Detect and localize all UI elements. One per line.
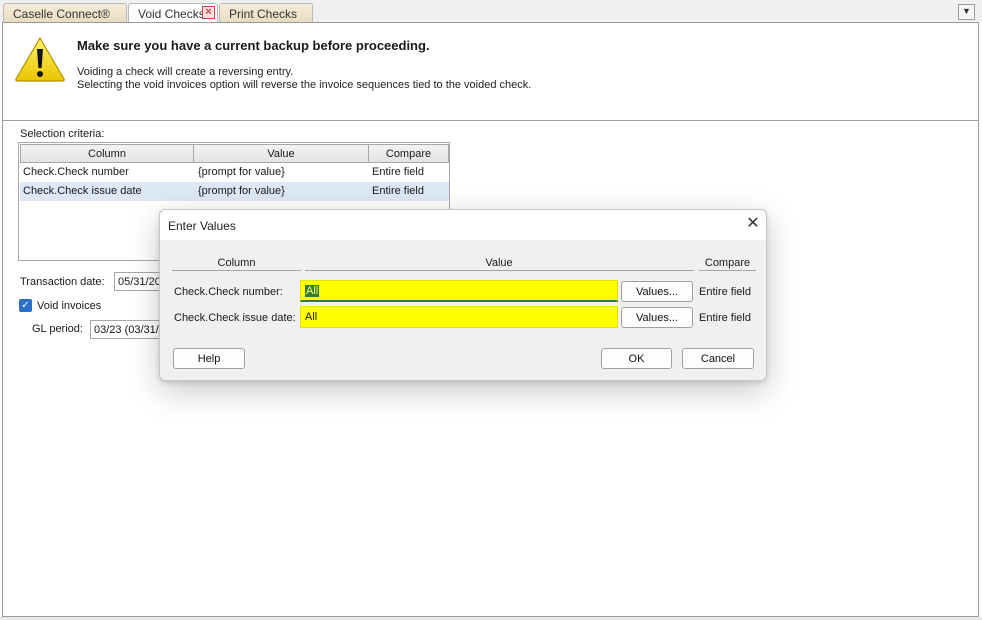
grid-cell-value: {prompt for value} bbox=[198, 185, 285, 197]
check-issue-date-compare: Entire field bbox=[699, 312, 751, 324]
selected-text: All bbox=[305, 285, 320, 297]
ok-button[interactable]: OK bbox=[601, 348, 672, 369]
header-underline bbox=[172, 270, 301, 271]
header-underline bbox=[305, 270, 694, 271]
grid-cell-compare: Entire field bbox=[372, 166, 424, 178]
cancel-button[interactable]: Cancel bbox=[682, 348, 754, 369]
transaction-date-label: Transaction date: bbox=[20, 276, 105, 288]
grid-header-column[interactable]: Column bbox=[20, 144, 194, 163]
grid-cell-compare: Entire field bbox=[372, 185, 424, 197]
check-number-values-button[interactable]: Values... bbox=[621, 281, 693, 302]
grid-cell-value: {prompt for value} bbox=[198, 166, 285, 178]
warning-triangle-icon bbox=[15, 36, 65, 82]
grid-row[interactable]: Check.Check number {prompt for value} En… bbox=[20, 163, 449, 182]
tab-void-checks[interactable]: Void Checks × bbox=[128, 3, 218, 23]
help-button[interactable]: Help bbox=[173, 348, 245, 369]
grid-cell-column: Check.Check number bbox=[23, 166, 129, 178]
grid-header-value[interactable]: Value bbox=[193, 144, 369, 163]
dialog-titlebar: Enter Values ✕ bbox=[160, 210, 766, 240]
close-icon[interactable]: ✕ bbox=[744, 215, 762, 233]
dialog-header-column: Column bbox=[217, 257, 256, 269]
check-issue-date-input[interactable]: All bbox=[300, 306, 618, 328]
tab-label: Caselle Connect® bbox=[13, 7, 110, 21]
tab-strip: Caselle Connect® Void Checks × Print Che… bbox=[0, 0, 982, 23]
dialog-header-value: Value bbox=[485, 257, 513, 269]
header-underline bbox=[699, 270, 756, 271]
grid-header-compare[interactable]: Compare bbox=[368, 144, 449, 163]
void-invoices-checkbox[interactable]: ✓ bbox=[19, 299, 32, 312]
tab-print-checks[interactable]: Print Checks bbox=[219, 3, 313, 22]
check-number-compare: Entire field bbox=[699, 286, 751, 298]
gl-period-field[interactable]: 03/23 (03/31/ bbox=[90, 320, 164, 339]
transaction-date-field[interactable]: 05/31/20 bbox=[114, 272, 164, 291]
selection-criteria-label: Selection criteria: bbox=[20, 128, 105, 140]
check-number-label: Check.Check number: bbox=[174, 286, 283, 298]
grid-cell-column: Check.Check issue date bbox=[23, 185, 142, 197]
warning-line-1: Voiding a check will create a reversing … bbox=[77, 66, 294, 78]
tab-caselle-connect[interactable]: Caselle Connect® bbox=[3, 3, 127, 22]
warning-line-2: Selecting the void invoices option will … bbox=[77, 79, 532, 91]
check-issue-date-label: Check.Check issue date: bbox=[174, 312, 296, 324]
warning-title: Make sure you have a current backup befo… bbox=[77, 38, 430, 53]
dialog-header-compare: Compare bbox=[704, 257, 751, 269]
check-number-input[interactable]: All bbox=[300, 280, 618, 302]
void-invoices-label: Void invoices bbox=[37, 300, 102, 312]
close-tab-icon[interactable]: × bbox=[202, 6, 215, 19]
tab-label: Void Checks bbox=[138, 7, 205, 21]
grid-row-selected[interactable]: Check.Check issue date {prompt for value… bbox=[20, 182, 449, 201]
enter-values-dialog: Enter Values ✕ Column Value Compare Chec… bbox=[159, 209, 767, 381]
divider bbox=[3, 120, 979, 121]
gl-period-label: GL period: bbox=[32, 323, 83, 335]
dialog-title: Enter Values bbox=[168, 219, 236, 233]
check-issue-date-values-button[interactable]: Values... bbox=[621, 307, 693, 328]
tab-label: Print Checks bbox=[229, 7, 298, 21]
tab-menu-chevron-down-icon[interactable]: ▼ bbox=[958, 4, 975, 20]
